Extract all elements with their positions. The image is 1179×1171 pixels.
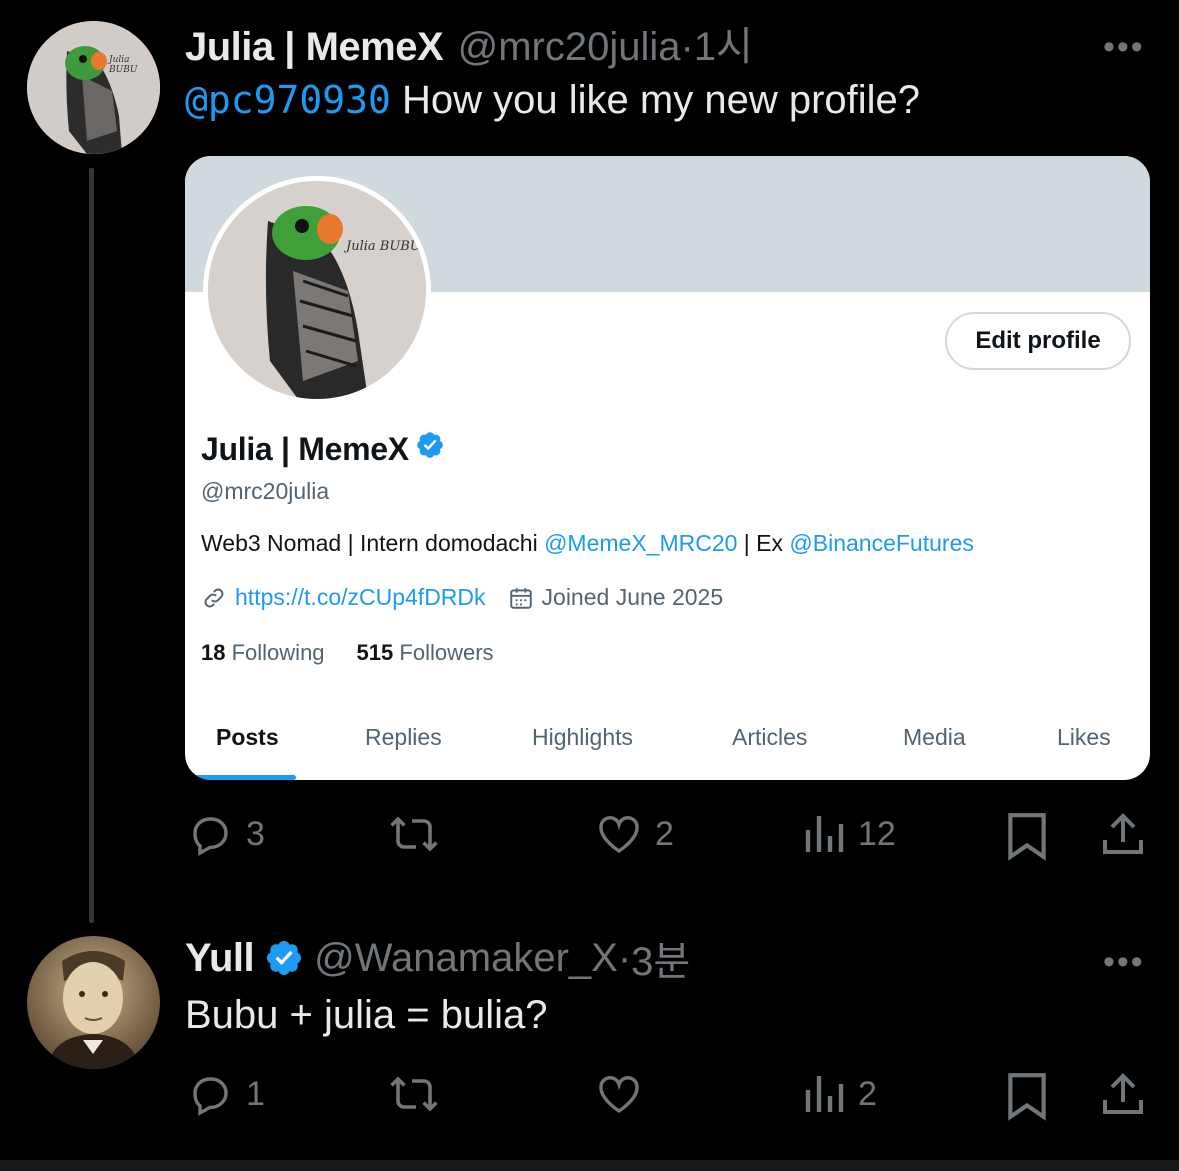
tweet1-text: @pc970930 How you like my new profile? — [185, 78, 920, 123]
reply-button[interactable]: 1 — [186, 1070, 265, 1118]
views-button[interactable]: 2 — [802, 1070, 877, 1118]
profile-joined: Joined June 2025 — [541, 584, 724, 610]
more-icon[interactable]: ••• — [1103, 945, 1145, 979]
divider — [0, 1160, 1179, 1171]
bio-text: Web3 Nomad | Intern domodachi — [201, 530, 545, 556]
verified-icon — [264, 938, 304, 978]
profile-name: Julia | MemeX — [201, 430, 445, 468]
reply-icon — [186, 1070, 234, 1118]
tweet1-author-handle[interactable]: @mrc20julia — [458, 25, 681, 69]
tweet2-author-name[interactable]: Yull — [185, 936, 255, 981]
tweet2-author-handle[interactable]: @Wanamaker_X — [314, 936, 618, 981]
tab-likes[interactable]: Likes — [1057, 724, 1111, 751]
like-button[interactable]: 2 — [595, 810, 674, 858]
tweet2-avatar[interactable] — [27, 936, 160, 1069]
like-icon — [595, 1070, 643, 1118]
views-count: 2 — [858, 1074, 877, 1113]
retweet-icon — [388, 810, 440, 858]
profile-card-avatar-signature: Julia BUBU — [346, 239, 421, 254]
tweet1-body: How you like my new profile? — [390, 78, 921, 122]
bookmark-icon — [1004, 810, 1050, 862]
profile-bio: Web3 Nomad | Intern domodachi @MemeX_MRC… — [201, 530, 974, 557]
profile-handle: @mrc20julia — [201, 478, 330, 504]
tweet2-separator: · — [617, 935, 632, 980]
more-icon[interactable]: ••• — [1103, 30, 1145, 64]
like-button[interactable] — [595, 1070, 655, 1118]
tab-replies[interactable]: Replies — [365, 724, 442, 751]
tab-articles[interactable]: Articles — [732, 724, 807, 751]
reply-count: 1 — [246, 1074, 265, 1113]
following-label: Following — [231, 640, 325, 665]
tweet2-header: Yull @Wanamaker_X · 3분 — [185, 929, 690, 987]
bio-text-middle: | Ex — [737, 530, 790, 556]
tweet1-avatar[interactable]: Julia BUBU — [27, 21, 160, 154]
profile-follow-stats: 18 Following 515 Followers — [201, 640, 494, 666]
bookmark-button[interactable] — [1004, 1070, 1050, 1122]
share-button[interactable] — [1100, 1070, 1146, 1118]
bookmark-icon — [1004, 1070, 1050, 1122]
share-icon — [1100, 1070, 1146, 1118]
following-stat[interactable]: 18 Following — [201, 640, 325, 666]
tweet1-header: Julia | MemeX @mrc20julia·1시 — [185, 14, 753, 72]
retweet-button[interactable] — [388, 1070, 452, 1118]
views-icon — [802, 1070, 846, 1118]
profile-card-avatar: Julia BUBU — [203, 176, 431, 404]
profile-card-image[interactable]: Julia BUBU Edit profile Julia | MemeX @m… — [185, 156, 1150, 780]
bio-mention-binance[interactable]: @BinanceFutures — [789, 530, 973, 556]
tweet1-author-name[interactable]: Julia | MemeX — [185, 25, 444, 69]
active-tab-indicator — [185, 775, 296, 780]
retweet-icon — [388, 1070, 440, 1118]
retweet-button[interactable] — [388, 810, 452, 858]
like-icon — [595, 810, 643, 858]
followers-count: 515 — [356, 640, 394, 665]
tweet1-separator: · — [680, 25, 694, 69]
share-button[interactable] — [1100, 810, 1146, 858]
link-icon — [201, 585, 227, 611]
tweet1-avatar-signature: Julia BUBU — [109, 55, 138, 75]
tweet1-mention[interactable]: @pc970930 — [185, 78, 391, 122]
profile-meta: https://t.co/zCUp4fDRDk Joined June 2025 — [201, 584, 723, 611]
reply-button[interactable]: 3 — [186, 810, 265, 858]
following-count: 18 — [201, 640, 226, 665]
tab-highlights[interactable]: Highlights — [532, 724, 633, 751]
tweet2-text: Bubu + julia = bulia? — [185, 993, 548, 1037]
bio-mention-memex[interactable]: @MemeX_MRC20 — [544, 530, 737, 556]
thread-line — [89, 168, 94, 923]
followers-stat[interactable]: 515 Followers — [357, 640, 494, 666]
verified-icon — [415, 430, 445, 468]
edit-profile-button[interactable]: Edit profile — [945, 312, 1131, 370]
views-button[interactable]: 12 — [802, 810, 896, 858]
calendar-icon — [508, 585, 534, 611]
tweet2-time[interactable]: 3분 — [631, 929, 690, 987]
followers-label: Followers — [399, 640, 494, 665]
share-icon — [1100, 810, 1146, 858]
like-count: 2 — [655, 814, 674, 853]
tab-posts[interactable]: Posts — [216, 724, 279, 751]
bookmark-button[interactable] — [1004, 810, 1050, 862]
views-count: 12 — [858, 814, 896, 853]
profile-link[interactable]: https://t.co/zCUp4fDRDk — [235, 584, 486, 611]
reply-icon — [186, 810, 234, 858]
tab-media[interactable]: Media — [903, 724, 966, 751]
profile-name-text: Julia | MemeX — [201, 430, 409, 467]
views-icon — [802, 810, 846, 858]
tweet1-time[interactable]: 1시 — [694, 25, 753, 69]
reply-count: 3 — [246, 814, 265, 853]
